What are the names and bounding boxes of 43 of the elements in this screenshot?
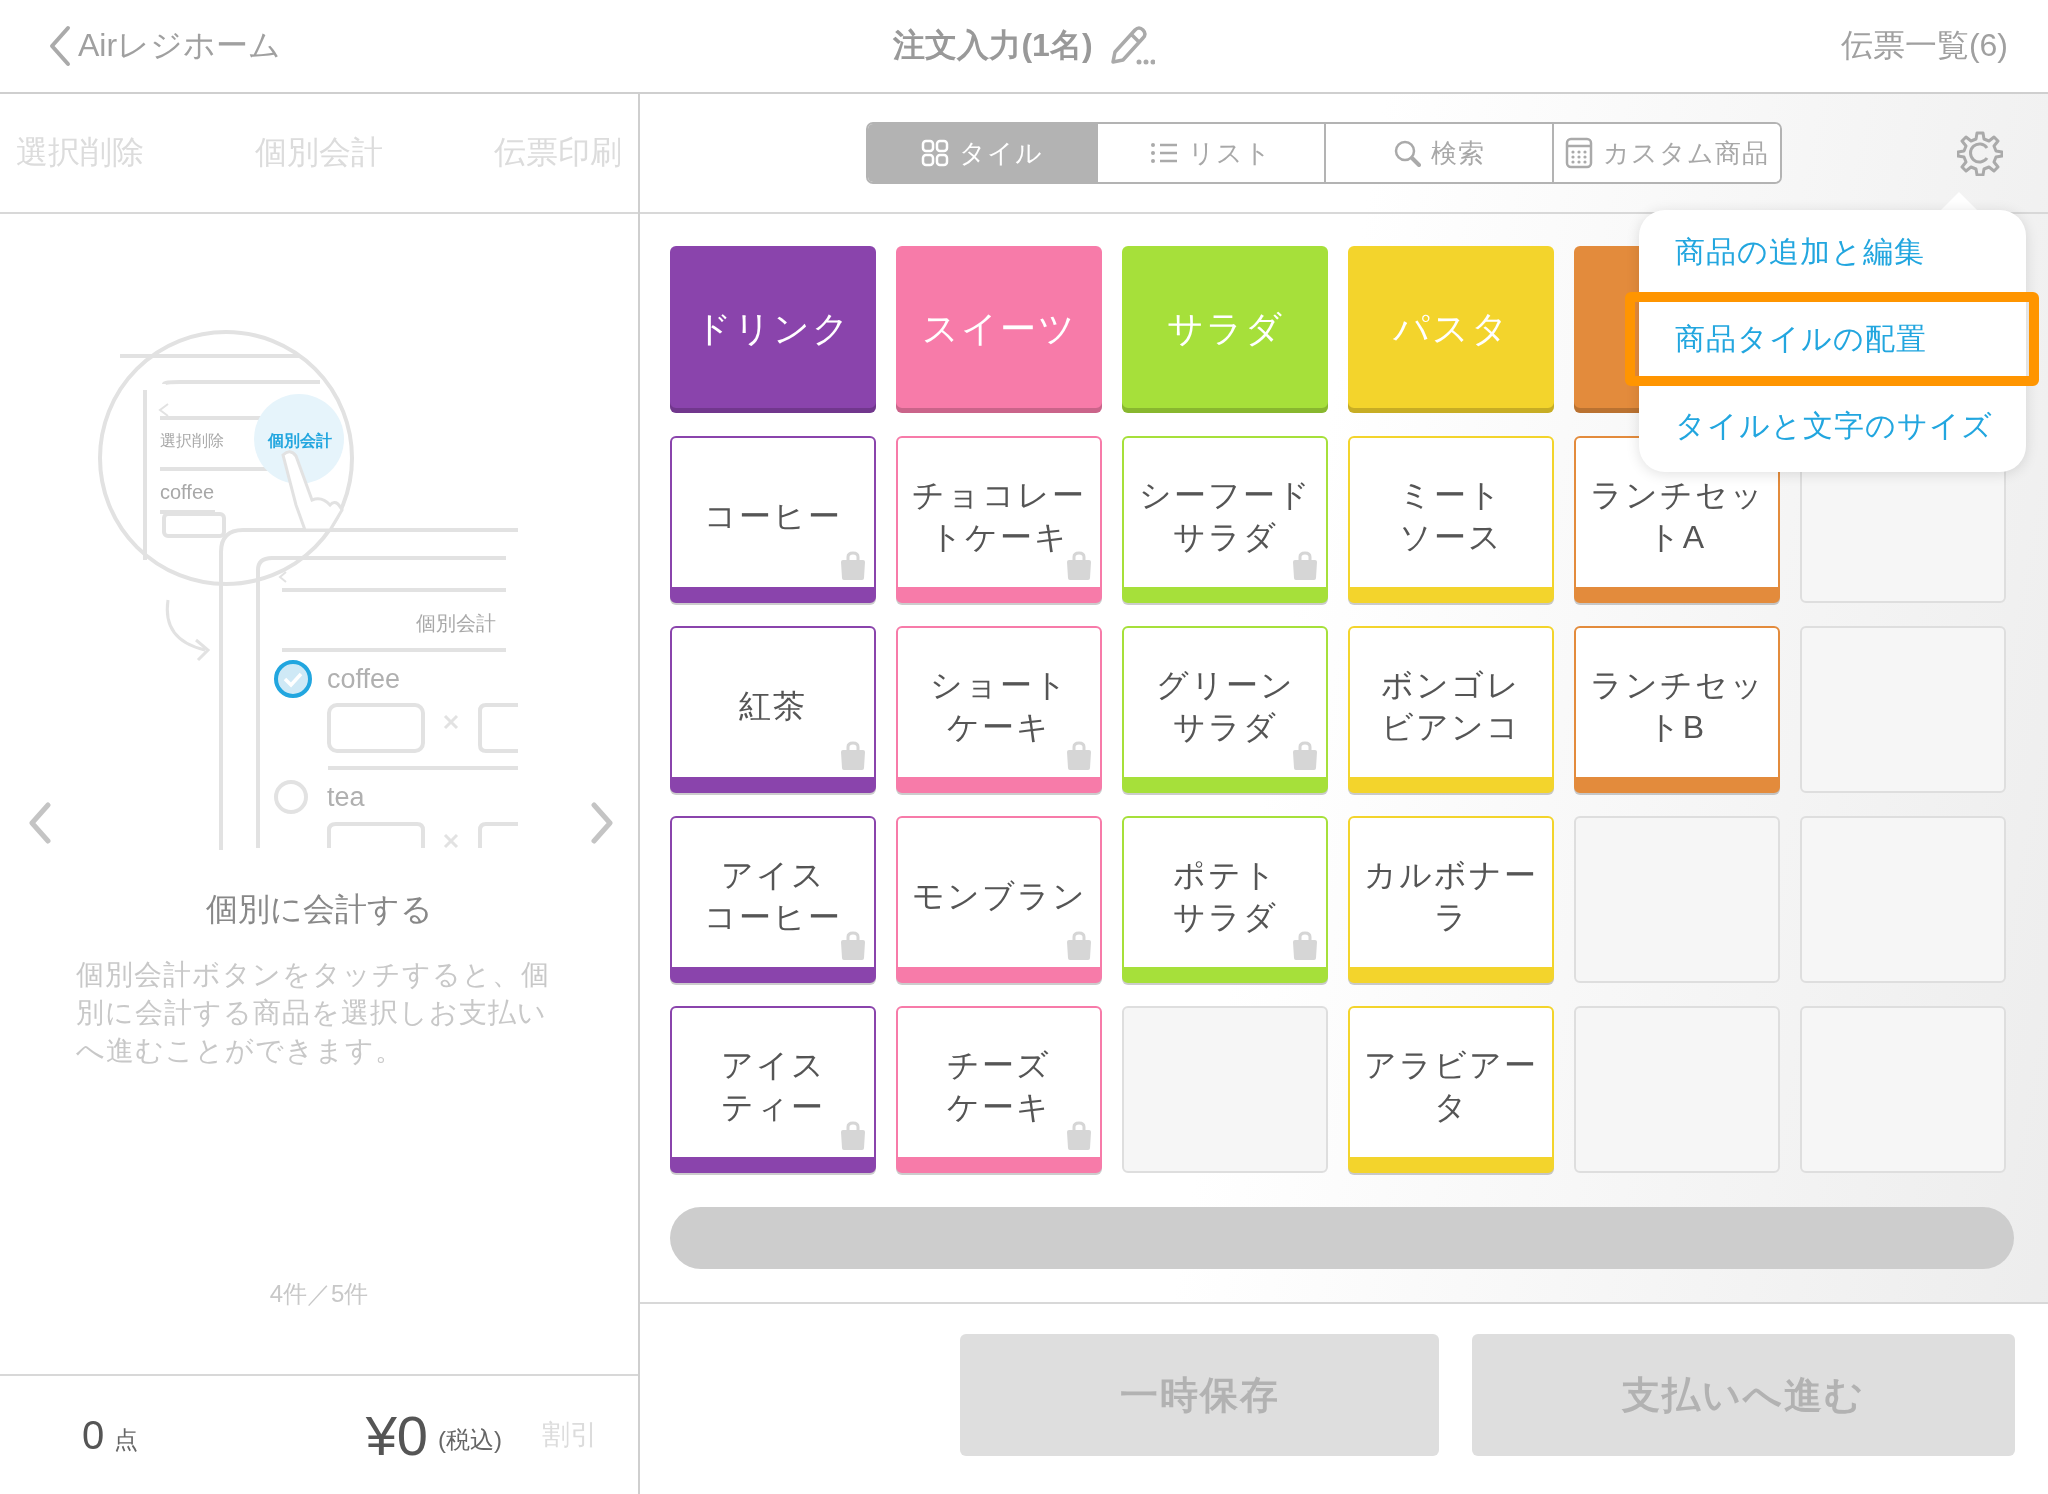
screen-title: 注文入力(1名)	[893, 26, 1093, 65]
tile-label-line: トA	[1647, 517, 1707, 557]
guide-title: 個別に会計する	[204, 890, 434, 929]
item-count: 0	[82, 1412, 105, 1458]
tile-label-line: ラ	[1433, 897, 1469, 937]
illustration-label: coffee	[327, 664, 401, 694]
tile-label-line: サラダ	[1172, 707, 1278, 747]
tile-label-line: モンブラン	[911, 876, 1087, 916]
illustration-label: 個別会計	[416, 612, 496, 634]
tile-label-line: ケーキ	[947, 1087, 1051, 1127]
total-amount: ¥0	[365, 1402, 428, 1468]
tile-label-line: サラダ	[1172, 897, 1278, 937]
illustration-label: 個別会計	[268, 432, 332, 449]
tile-label-line: ケーキ	[947, 707, 1051, 747]
tile-label-line: ショート	[929, 665, 1069, 705]
tile-label-line: アラビアー	[1364, 1045, 1538, 1085]
tile-label-line: アイス	[720, 855, 826, 895]
tile-label-line: 紅茶	[739, 686, 807, 726]
illustration-label: 選択削除	[160, 432, 224, 449]
illustration-label: coffee	[160, 481, 215, 503]
tile-label-line: カルボナー	[1364, 855, 1538, 895]
tile-label-line: サラダ	[1172, 517, 1278, 557]
tile-label-line: シーフード	[1138, 475, 1312, 515]
tile-label-line: ティー	[721, 1087, 825, 1127]
tile-label-line: トケーキ	[929, 517, 1069, 557]
illustration-label: tea	[327, 782, 365, 812]
tile-label-line: タ	[1433, 1087, 1469, 1127]
tile-label-line: コーヒー	[704, 496, 842, 536]
tile-label-line: ランチセッ	[1589, 475, 1765, 515]
tile-label-line: ビアンコ	[1381, 707, 1521, 747]
tile-label-line: トB	[1647, 707, 1707, 747]
tax-note: (税込)	[438, 1425, 502, 1455]
tile-label-line: ミート	[1399, 475, 1503, 515]
tile-label-line: グリーン	[1155, 665, 1295, 705]
count-unit: 点	[114, 1425, 139, 1455]
tile-label-line: ソース	[1399, 517, 1503, 557]
tile-label-line: コーヒー	[704, 897, 842, 937]
tile-label-line: ポテト	[1172, 855, 1278, 895]
tile-label-line: ボンゴレ	[1381, 665, 1521, 705]
tile-label-line: アイス	[720, 1045, 826, 1085]
tile-label-line: ランチセッ	[1589, 665, 1765, 705]
tile-label-line: チーズ	[947, 1045, 1051, 1085]
tile-label-line: チョコレー	[912, 475, 1086, 515]
